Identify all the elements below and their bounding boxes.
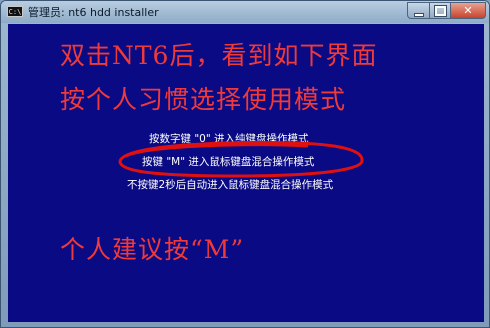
- annotation-recommendation: 个人建议按“M”: [60, 235, 245, 264]
- close-button[interactable]: ✕: [450, 2, 486, 19]
- highlight-annotation: [118, 141, 364, 178]
- close-icon: ✕: [463, 4, 473, 17]
- minimize-button[interactable]: [407, 2, 430, 19]
- highlight-ellipse: [118, 141, 364, 178]
- maximize-button[interactable]: [429, 2, 451, 19]
- minimize-icon: [413, 13, 424, 17]
- console-app-icon: C:\: [7, 6, 23, 17]
- console-window: C:\ 管理员: nt6 hdd installer ✕ 双击NT6后，看到如下…: [0, 0, 490, 328]
- title-bar[interactable]: C:\ 管理员: nt6 hdd installer ✕: [1, 1, 489, 23]
- maximize-icon: [433, 5, 447, 17]
- console-area[interactable]: 双击NT6后，看到如下界面 按个人习惯选择使用模式 按数字键 "0" 进入纯键盘…: [8, 24, 484, 322]
- window-title: 管理员: nt6 hdd installer: [28, 6, 159, 19]
